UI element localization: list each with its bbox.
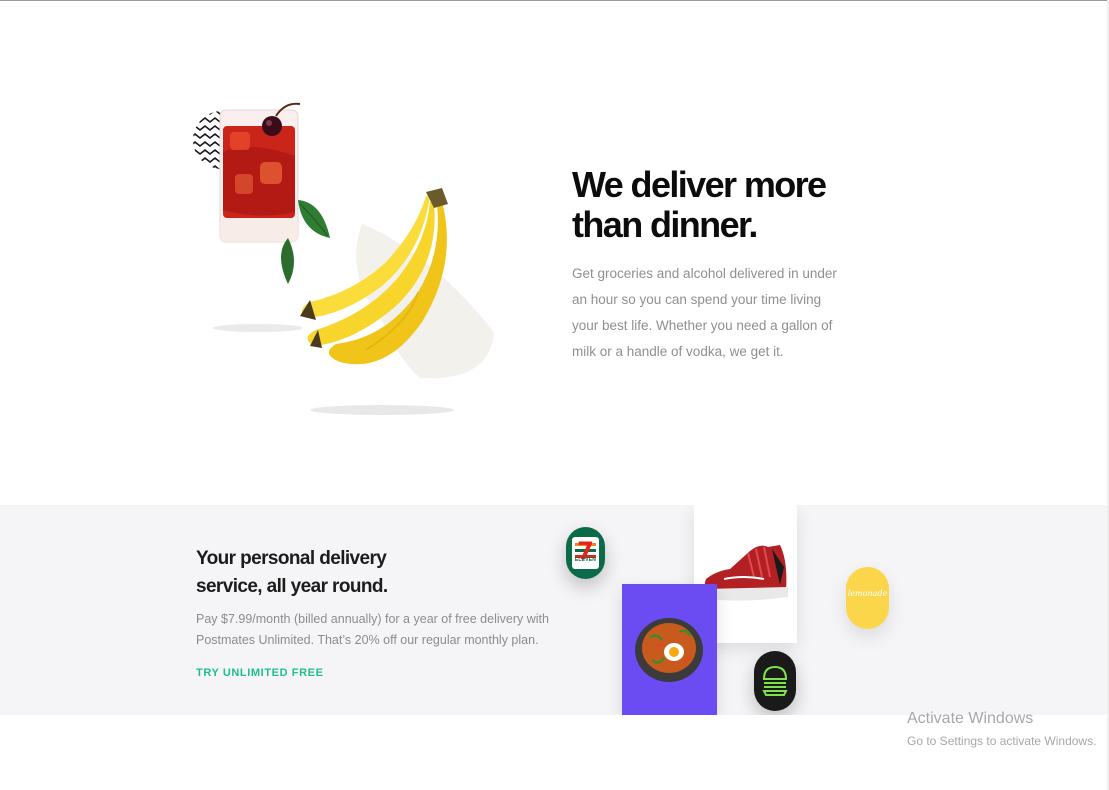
unlimited-text: Your personal delivery service, all year… — [196, 545, 566, 681]
activation-subtitle: Go to Settings to activate Windows. — [907, 734, 1097, 748]
food-product-card[interactable] — [622, 584, 717, 715]
try-unlimited-free-link[interactable]: TRY UNLIMITED FREE — [196, 667, 324, 679]
banana-shadow — [310, 405, 454, 415]
unlimited-description: Pay $7.99/month (billed annually) for a … — [196, 612, 549, 647]
lemonade-badge[interactable]: lemonade — [846, 567, 889, 629]
lemonade-wordmark: lemonade — [847, 589, 888, 598]
unlimited-title: Your personal delivery service, all year… — [196, 548, 388, 597]
unlimited-section: Your personal delivery service, all year… — [0, 505, 1109, 715]
cocktail-glass-icon — [219, 102, 301, 243]
eleven-wordmark: ELEVEN — [574, 557, 597, 563]
activation-title: Activate Windows — [907, 710, 1034, 727]
shake-shack-burger-icon — [762, 665, 788, 696]
top-divider — [0, 0, 1109, 1]
glass-shadow — [213, 324, 303, 332]
page: We deliver more than dinner. Get groceri… — [0, 0, 1109, 790]
stone-bowl-dish-icon — [635, 618, 703, 682]
seven-eleven-logo-icon: 7 ELEVEN — [572, 537, 599, 569]
hero-illustration-art — [193, 102, 494, 415]
windows-activation-watermark: Activate Windows Go to Settings to activ… — [907, 709, 1102, 749]
hero-description: Get groceries and alcohol delivered in u… — [572, 266, 837, 359]
seven-eleven-badge[interactable]: 7 ELEVEN — [566, 527, 605, 579]
shake-shack-badge[interactable] — [754, 651, 796, 711]
hero-title: We deliver more than dinner. — [572, 164, 827, 245]
hero-text: We deliver more than dinner. Get groceri… — [572, 165, 872, 365]
hero-illustration — [190, 92, 510, 422]
